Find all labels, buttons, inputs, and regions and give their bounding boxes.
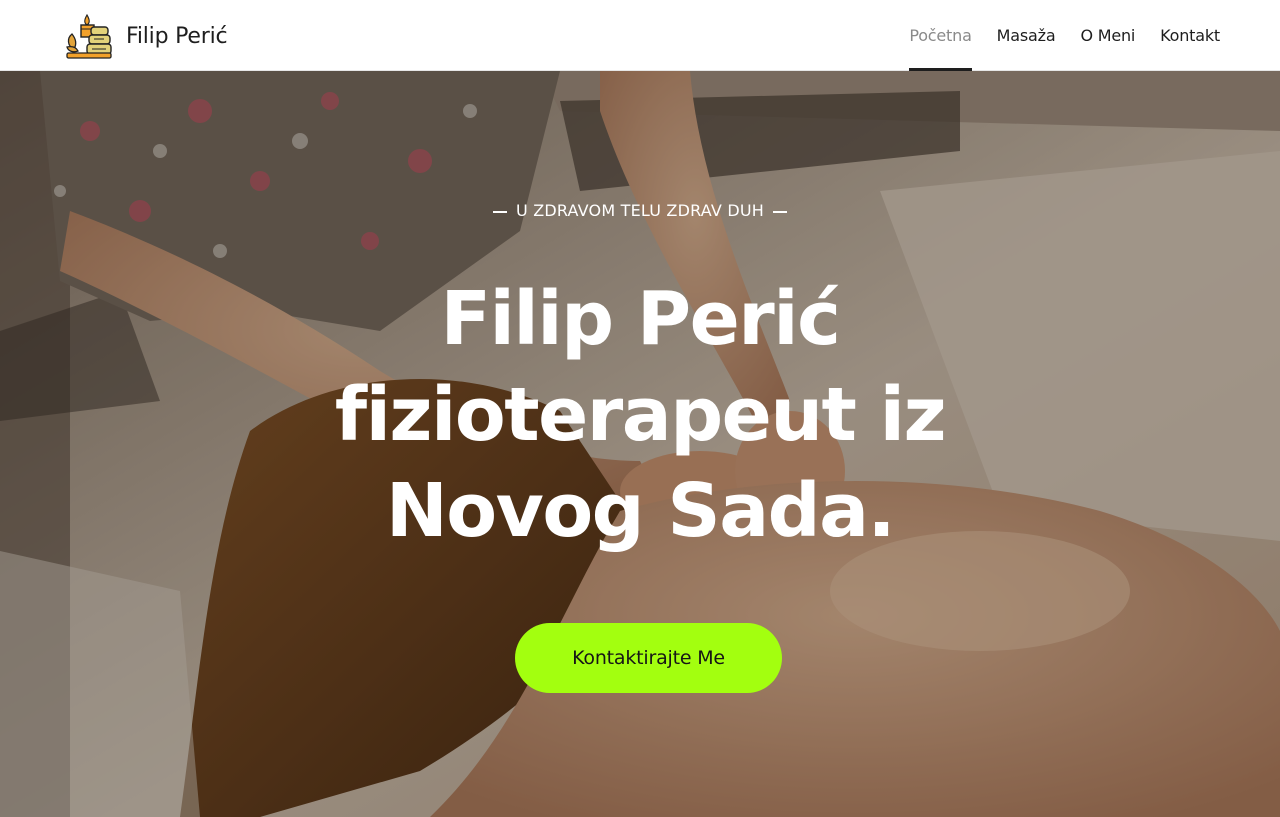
brand-link[interactable]: Filip Perić xyxy=(64,13,228,59)
hero-tagline: U ZDRAVOM TELU ZDRAV DUH xyxy=(0,201,1280,220)
heading-line: Novog Sada. xyxy=(385,468,896,554)
site-header: Filip Perić Početna Masaža O Meni Kontak… xyxy=(0,0,1280,71)
hero-heading: Filip Perić fizioterapeut iz Novog Sada. xyxy=(240,271,1040,559)
main-nav: Početna Masaža O Meni Kontakt xyxy=(884,0,1220,71)
tagline-dash-left xyxy=(493,210,507,213)
nav-item-pocetna[interactable]: Početna xyxy=(909,0,973,71)
tagline-dash-right xyxy=(772,210,787,213)
candle-and-stones-icon xyxy=(66,13,112,59)
nav-item-o-meni[interactable]: O Meni xyxy=(1080,0,1135,71)
nav-item-kontakt[interactable]: Kontakt xyxy=(1160,0,1220,71)
hero-section: U ZDRAVOM TELU ZDRAV DUH Filip Perić fiz… xyxy=(0,71,1280,817)
tagline-text: U ZDRAVOM TELU ZDRAV DUH xyxy=(516,201,764,220)
heading-line: Filip Perić xyxy=(440,276,841,362)
contact-cta-button[interactable]: Kontaktirajte Me xyxy=(515,623,782,693)
heading-line: fizioterapeut iz xyxy=(334,372,947,458)
nav-item-masaza[interactable]: Masaža xyxy=(997,0,1056,71)
brand-name: Filip Perić xyxy=(126,23,228,49)
hero-content: U ZDRAVOM TELU ZDRAV DUH Filip Perić fiz… xyxy=(0,71,1280,817)
